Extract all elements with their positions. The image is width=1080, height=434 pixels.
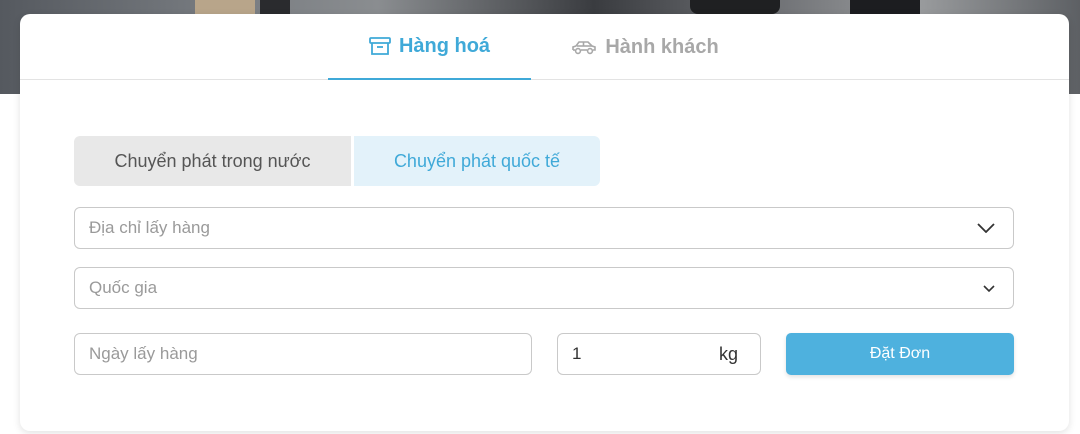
tab-goods[interactable]: Hàng hoá: [328, 14, 531, 80]
banner-image-detail: [260, 0, 290, 14]
pickup-address-placeholder: Địa chỉ lấy hàng: [89, 218, 210, 237]
tab-goods-label: Hàng hoá: [398, 34, 491, 57]
tab-passenger-label: Hành khách: [605, 35, 719, 58]
booking-card: Hàng hoá Hành khách Chuyển phát trong nư…: [20, 14, 1069, 431]
country-placeholder: Quốc gia: [89, 278, 158, 297]
country-select[interactable]: Quốc gia: [74, 267, 1014, 309]
pickup-date-input[interactable]: Ngày lấy hàng: [74, 333, 532, 375]
place-order-button[interactable]: Đặt Đơn: [786, 333, 1014, 375]
banner-image-detail: [195, 0, 255, 14]
weight-unit: kg: [718, 343, 738, 364]
weight-input[interactable]: 1 kg: [557, 333, 761, 375]
banner-image-detail: [690, 0, 780, 14]
tab-passenger[interactable]: Hành khách: [550, 14, 740, 80]
service-tabs: Hàng hoá Hành khách: [20, 14, 1069, 80]
car-icon: [571, 39, 597, 55]
pickup-date-placeholder: Ngày lấy hàng: [89, 344, 198, 363]
segment-international[interactable]: Chuyển phát quốc tế: [354, 136, 600, 186]
chevron-down-icon: [977, 218, 995, 238]
weight-value: 1: [572, 344, 582, 363]
banner-image-detail: [850, 0, 920, 14]
chevron-down-icon: [983, 278, 995, 298]
pickup-address-select[interactable]: Địa chỉ lấy hàng: [74, 207, 1014, 249]
box-icon: [369, 37, 391, 55]
segment-domestic[interactable]: Chuyển phát trong nước: [74, 136, 351, 186]
